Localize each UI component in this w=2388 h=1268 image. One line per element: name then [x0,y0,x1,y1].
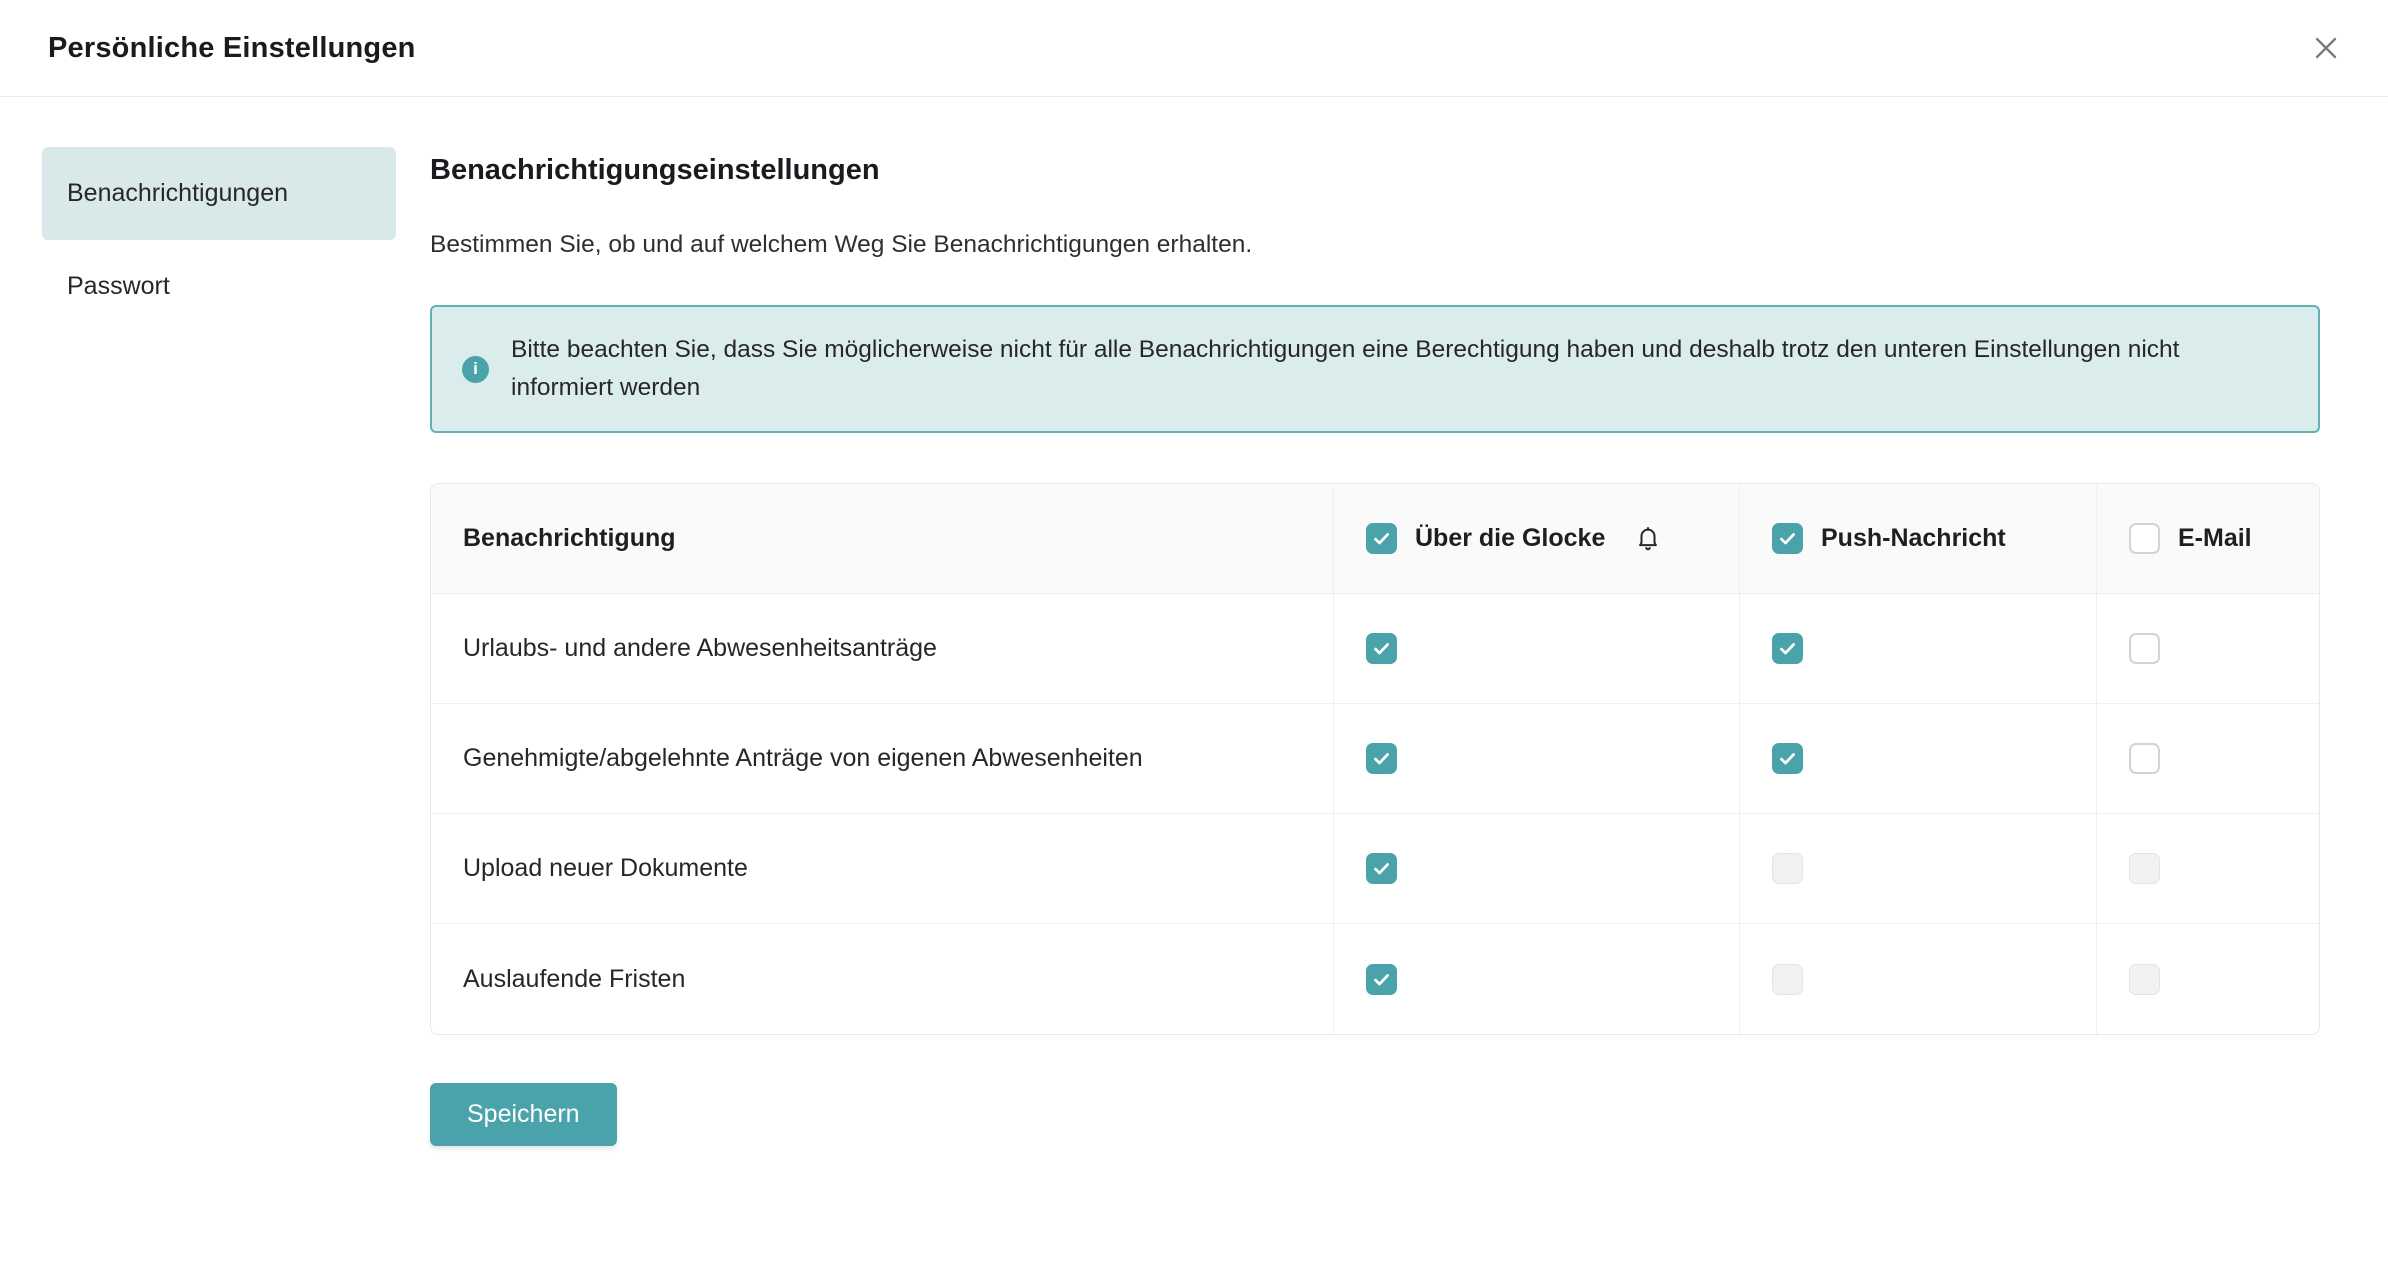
notification-row-label: Genehmigte/abgelehnte Anträge von eigene… [431,704,1333,814]
table-row: Urlaubs- und andere Abwesenheitsanträge [431,594,2319,704]
checkbox-cell-glocke [1333,704,1739,814]
check-icon [1371,638,1392,659]
page-title: Benachrichtigungseinstellungen [430,154,2320,187]
checkbox-cell-push [1739,924,2096,1034]
info-banner-text: Bitte beachten Sie, dass Sie möglicherwe… [511,331,2288,407]
notification-settings-panel: Benachrichtigungseinstellungen Bestimmen… [430,97,2388,1267]
table-header-row: Benachrichtigung Über die Glocke [431,484,2319,594]
checkbox-cell-push [1739,594,2096,704]
notification-row-label: Upload neuer Dokumente [431,814,1333,924]
row-3-push-checkbox [1772,853,1803,884]
column-header-glocke: Über die Glocke [1333,484,1739,594]
close-icon [2312,34,2340,62]
checkbox-cell-email [2096,594,2319,704]
check-icon [1371,528,1392,549]
sidebar-item-label: Benachrichtigungen [67,179,288,208]
row-3-glocke-checkbox[interactable] [1366,853,1397,884]
row-2-glocke-checkbox[interactable] [1366,743,1397,774]
bell-icon [1633,524,1663,554]
check-icon [1777,638,1798,659]
close-button[interactable] [2304,26,2348,70]
row-4-glocke-checkbox[interactable] [1366,964,1397,995]
notification-row-label: Auslaufende Fristen [431,924,1333,1034]
row-1-email-checkbox[interactable] [2129,633,2160,664]
column-header-email: E-Mail [2096,484,2319,594]
sidebar-item-benachrichtigungen[interactable]: Benachrichtigungen [42,147,396,240]
info-banner: i Bitte beachten Sie, dass Sie möglicher… [430,305,2320,433]
check-icon [1777,748,1798,769]
table-row: Upload neuer Dokumente [431,814,2319,924]
dialog-title: Persönliche Einstellungen [48,32,416,65]
checkbox-cell-email [2096,704,2319,814]
check-icon [1371,748,1392,769]
notifications-table: Benachrichtigung Über die Glocke [430,483,2320,1035]
dialog-header: Persönliche Einstellungen [0,0,2388,97]
row-4-email-checkbox [2129,964,2160,995]
checkbox-cell-push [1739,704,2096,814]
table-row: Auslaufende Fristen [431,924,2319,1034]
sidebar-item-passwort[interactable]: Passwort [42,240,396,333]
settings-sidebar: Benachrichtigungen Passwort [0,97,430,1267]
row-2-push-checkbox[interactable] [1772,743,1803,774]
column-header-push: Push-Nachricht [1739,484,2096,594]
table-body: Urlaubs- und andere AbwesenheitsanträgeG… [431,594,2319,1034]
checkbox-cell-push [1739,814,2096,924]
glocke-column-checkbox[interactable] [1366,523,1397,554]
email-column-checkbox[interactable] [2129,523,2160,554]
check-icon [1371,969,1392,990]
sidebar-item-label: Passwort [67,272,170,301]
save-button[interactable]: Speichern [430,1083,617,1146]
page-description: Bestimmen Sie, ob und auf welchem Weg Si… [430,231,2320,259]
row-4-push-checkbox [1772,964,1803,995]
column-header-benachrichtigung: Benachrichtigung [431,484,1333,594]
check-icon [1371,858,1392,879]
checkbox-cell-glocke [1333,924,1739,1034]
push-column-checkbox[interactable] [1772,523,1803,554]
check-icon [1777,528,1798,549]
row-3-email-checkbox [2129,853,2160,884]
checkbox-cell-glocke [1333,594,1739,704]
personal-settings-dialog: Persönliche Einstellungen Benachrichtigu… [0,0,2388,1268]
row-1-glocke-checkbox[interactable] [1366,633,1397,664]
row-2-email-checkbox[interactable] [2129,743,2160,774]
checkbox-cell-glocke [1333,814,1739,924]
checkbox-cell-email [2096,924,2319,1034]
info-icon: i [462,356,489,383]
notification-row-label: Urlaubs- und andere Abwesenheitsanträge [431,594,1333,704]
row-1-push-checkbox[interactable] [1772,633,1803,664]
checkbox-cell-email [2096,814,2319,924]
table-row: Genehmigte/abgelehnte Anträge von eigene… [431,704,2319,814]
